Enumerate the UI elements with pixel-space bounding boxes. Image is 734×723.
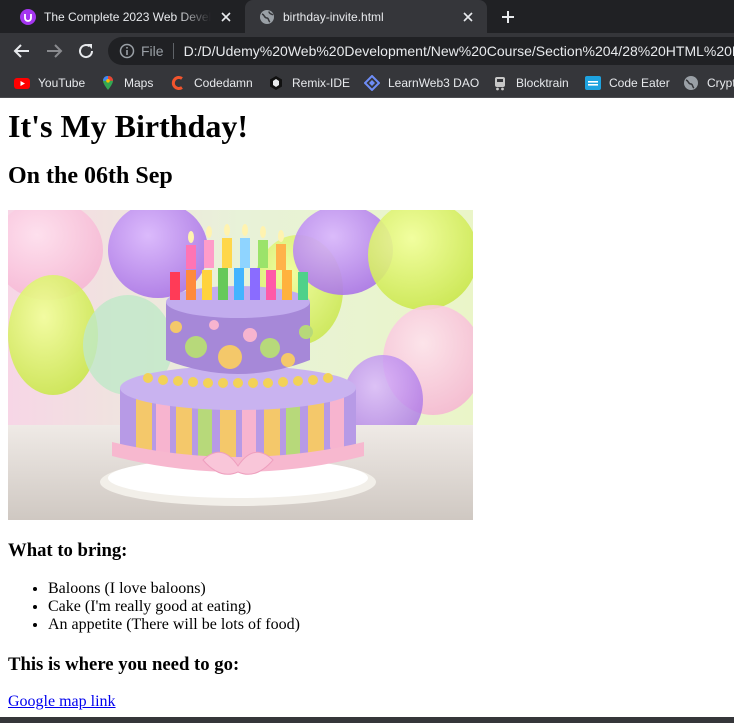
back-button[interactable] [12,41,32,61]
plus-icon [502,11,514,23]
bookmark-crypt[interactable]: Crypt [683,75,734,91]
arrow-left-icon [13,44,29,58]
bookmark-maps[interactable]: Maps [100,75,153,91]
code-eater-icon [585,76,601,90]
bookmark-codedamn[interactable]: Codedamn [170,75,253,91]
bookmark-label: Maps [124,76,154,90]
remix-icon [270,76,282,90]
birthday-cake-image [8,210,473,520]
tab-strip: The Complete 2023 Web Development Bootca… [0,0,734,33]
browser-toolbar: File D:/D/Udemy%20Web%20Development/New%… [0,33,734,69]
arrow-right-icon [47,44,63,58]
list-item: Baloons (I love baloons) [48,580,300,598]
bookmark-label: Blocktrain [516,76,569,90]
maps-pin-icon [103,76,113,90]
globe-icon [260,9,274,24]
url-text: D:/D/Udemy%20Web%20Development/New%20Cou… [183,43,734,59]
list-item: Cake (I'm really good at eating) [48,598,300,616]
bookmark-label: Code Eater [609,76,670,90]
youtube-icon [14,78,30,89]
close-tab-icon[interactable] [459,8,477,26]
bookmark-code-eater[interactable]: Code Eater [585,75,670,91]
bookmark-blocktrain[interactable]: Blocktrain [492,75,569,91]
codedamn-icon [171,76,183,90]
reload-icon [79,44,94,59]
close-tab-icon[interactable] [217,8,235,26]
event-date: On the 06th Sep [8,163,173,189]
tab-title: birthday-invite.html [283,9,384,24]
blocktrain-icon [495,77,505,91]
reload-button[interactable] [76,41,96,61]
info-icon[interactable] [119,43,135,59]
bring-heading: What to bring: [8,540,128,561]
tab-birthday-invite[interactable]: birthday-invite.html [245,0,487,33]
bookmark-label: Crypt [707,76,734,90]
google-map-link[interactable]: Google map link [8,693,116,711]
bookmark-label: YouTube [38,76,86,90]
forward-button[interactable] [44,41,64,61]
tab-web-bootcamp[interactable]: The Complete 2023 Web Development Bootca… [8,0,245,33]
bookmark-label: Remix-IDE [292,76,351,90]
learnweb3-icon [364,75,380,91]
web-page: It's My Birthday! On the 06th Sep What t… [0,98,734,717]
bookmark-label: LearnWeb3 DAO [388,76,480,90]
tab-title: The Complete 2023 Web Development Bootca… [44,9,211,24]
window-bottom-edge [0,717,734,723]
bookmark-youtube[interactable]: YouTube [14,75,85,91]
udemy-icon [20,8,36,25]
list-item: An appetite (There will be lots of food) [48,616,300,634]
address-bar[interactable]: File D:/D/Udemy%20Web%20Development/New%… [108,37,734,65]
bookmark-remix-ide[interactable]: Remix-IDE [268,75,350,91]
bookmark-learnweb3[interactable]: LearnWeb3 DAO [364,75,479,91]
location-heading: This is where you need to go: [8,654,240,675]
page-title: It's My Birthday! [8,108,248,144]
omnibox-divider [172,43,174,59]
bring-list: Baloons (I love baloons) Cake (I'm reall… [8,580,300,634]
url-scheme: File [141,43,164,59]
bookmarks-bar: YouTube Maps Codedamn Remix-IDE LearnWeb… [0,69,734,98]
bookmark-label: Codedamn [194,76,253,90]
new-tab-button[interactable] [498,7,518,27]
globe-icon [684,76,698,90]
